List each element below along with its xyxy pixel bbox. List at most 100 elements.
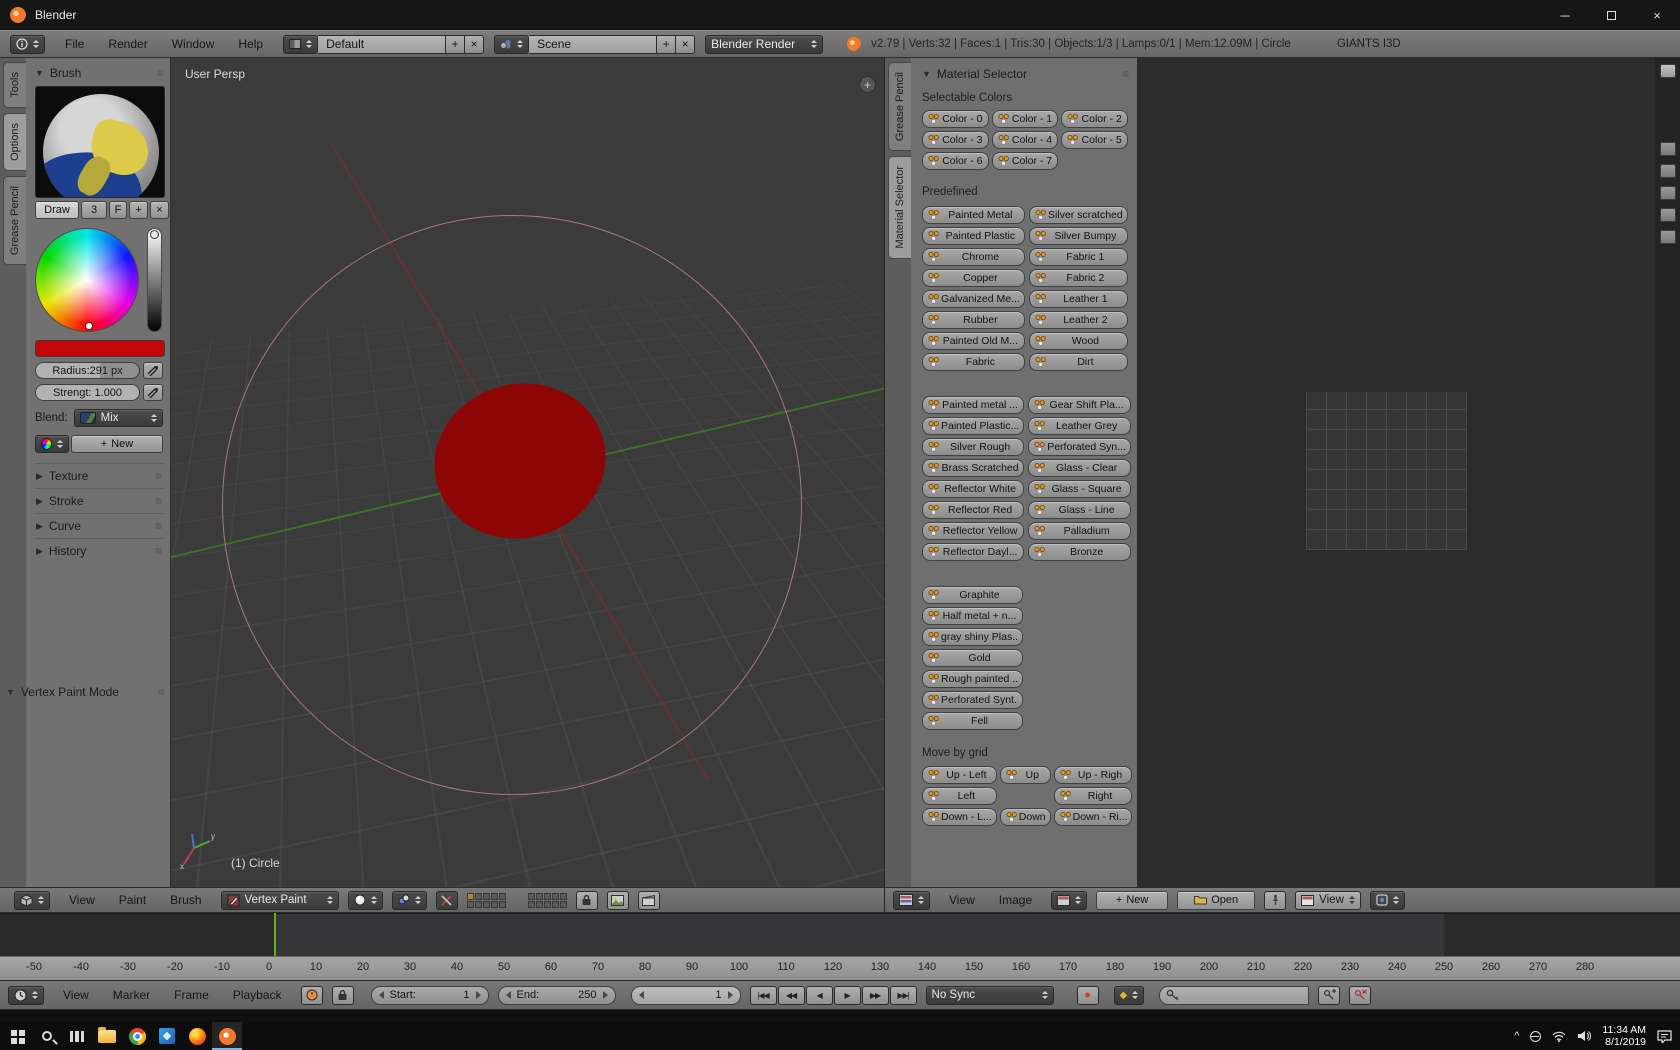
properties-tab-icon[interactable] bbox=[1660, 230, 1676, 244]
brush-add-button[interactable]: + bbox=[129, 201, 148, 219]
current-frame-field[interactable]: 1 bbox=[631, 986, 741, 1005]
radius-slider[interactable]: Radius:291 px bbox=[35, 362, 140, 379]
image-menu-view[interactable]: View bbox=[939, 890, 985, 910]
timeline-menu-view[interactable]: View bbox=[53, 985, 99, 1005]
move-button-up[interactable]: Up bbox=[1000, 766, 1051, 784]
taskbar-start-button[interactable] bbox=[2, 1022, 32, 1050]
move-button-down-l[interactable]: Down - L... bbox=[922, 808, 997, 826]
panel-curve-header[interactable]: ▶Curve≡ bbox=[35, 513, 163, 538]
wifi-icon[interactable] bbox=[1552, 1031, 1566, 1042]
properties-tab-icon[interactable] bbox=[1660, 208, 1676, 222]
record-button[interactable]: ● bbox=[1077, 986, 1099, 1005]
move-button-down-ri[interactable]: Down - Ri... bbox=[1054, 808, 1133, 826]
increment-icon[interactable] bbox=[476, 991, 481, 999]
image-editor-canvas[interactable] bbox=[1137, 58, 1655, 887]
material-button-gray-shiny-plas[interactable]: gray shiny Plas... bbox=[922, 628, 1023, 646]
color-button-color-7[interactable]: Color - 7 bbox=[992, 152, 1059, 170]
material-button-copper[interactable]: Copper bbox=[922, 269, 1025, 287]
properties-tab-icon[interactable] bbox=[1660, 142, 1676, 156]
network-icon[interactable] bbox=[1530, 1031, 1541, 1042]
screen-layout-field[interactable]: Default bbox=[318, 35, 446, 54]
screen-layout-add-button[interactable]: + bbox=[446, 35, 465, 54]
properties-tab-icon[interactable] bbox=[1660, 164, 1676, 178]
material-button-reflector-dayl[interactable]: Reflector Dayl... bbox=[922, 543, 1024, 561]
image-shelf-tab-grease-pencil[interactable]: Grease Pencil bbox=[888, 62, 911, 151]
jump-end-button[interactable]: ▶▶| bbox=[890, 986, 917, 1005]
end-frame-field[interactable]: End: 250 bbox=[498, 986, 616, 1005]
color-button-color-0[interactable]: Color - 0 bbox=[922, 110, 989, 128]
timeline-ruler[interactable]: -50-40-30-20-100102030405060708090100110… bbox=[0, 956, 1680, 980]
editor-type-3dview-dropdown[interactable] bbox=[14, 891, 50, 910]
material-button-wood[interactable]: Wood bbox=[1029, 332, 1128, 350]
delete-keyframe-button[interactable] bbox=[1349, 986, 1371, 1005]
taskbar-chrome-button[interactable] bbox=[122, 1022, 152, 1050]
sync-mode-dropdown[interactable]: No Sync bbox=[926, 986, 1054, 1005]
active-color-swatch[interactable] bbox=[35, 340, 165, 357]
display-channels-dropdown[interactable] bbox=[1370, 891, 1405, 910]
start-frame-field[interactable]: Start: 1 bbox=[371, 986, 489, 1005]
texture-browse-dropdown[interactable] bbox=[35, 435, 69, 453]
taskbar-firefox-button[interactable] bbox=[182, 1022, 212, 1050]
interaction-mode-dropdown[interactable]: Vertex Paint bbox=[221, 891, 339, 910]
auto-keying-dropdown[interactable]: ◆ bbox=[1114, 986, 1145, 1005]
increment-icon[interactable] bbox=[728, 991, 733, 999]
material-button-reflector-red[interactable]: Reflector Red bbox=[922, 501, 1024, 519]
image-shelf-tab-material-selector[interactable]: Material Selector bbox=[888, 156, 911, 259]
timeline-menu-playback[interactable]: Playback bbox=[223, 985, 292, 1005]
material-button-painted-plastic[interactable]: Painted Plastic bbox=[922, 227, 1025, 245]
region-corner-icon[interactable] bbox=[1660, 64, 1676, 78]
color-button-color-1[interactable]: Color - 1 bbox=[992, 110, 1059, 128]
brush-unlink-button[interactable]: × bbox=[150, 201, 169, 219]
timeline-menu-frame[interactable]: Frame bbox=[164, 985, 219, 1005]
editor-type-image-dropdown[interactable] bbox=[893, 891, 930, 910]
material-button-silver-rough[interactable]: Silver Rough bbox=[922, 438, 1024, 456]
material-button-rough-painted[interactable]: Rough painted ... bbox=[922, 670, 1023, 688]
scene-add-button[interactable]: + bbox=[657, 35, 676, 54]
strength-slider[interactable]: Strengt: 1.000 bbox=[35, 384, 140, 401]
lock-camera-button[interactable] bbox=[576, 891, 598, 910]
prev-keyframe-button[interactable]: ◀◀ bbox=[778, 986, 805, 1005]
shelf-tab-grease-pencil[interactable]: Grease Pencil bbox=[3, 176, 26, 265]
material-button-fabric-1[interactable]: Fabric 1 bbox=[1029, 248, 1128, 266]
increment-icon[interactable] bbox=[603, 991, 608, 999]
taskbar-photos-button[interactable] bbox=[152, 1022, 182, 1050]
timeline-band[interactable] bbox=[0, 913, 1680, 956]
render-opengl-button[interactable] bbox=[607, 891, 629, 910]
pin-button[interactable] bbox=[1264, 891, 1286, 910]
image-browse-dropdown[interactable] bbox=[1051, 891, 1087, 910]
material-button-leather-1[interactable]: Leather 1 bbox=[1029, 290, 1128, 308]
color-button-color-4[interactable]: Color - 4 bbox=[992, 131, 1059, 149]
editor-type-info-dropdown[interactable] bbox=[10, 35, 45, 54]
move-button-up-left[interactable]: Up - Left bbox=[922, 766, 997, 784]
menu-file[interactable]: File bbox=[55, 34, 94, 54]
material-button-silver-scratched[interactable]: Silver scratched bbox=[1029, 206, 1128, 224]
material-button-rubber[interactable]: Rubber bbox=[922, 311, 1025, 329]
material-button-painted-metal[interactable]: Painted Metal bbox=[922, 206, 1025, 224]
move-button-right[interactable]: Right bbox=[1054, 787, 1133, 805]
render-opengl-anim-button[interactable] bbox=[638, 891, 660, 910]
menu-render[interactable]: Render bbox=[98, 34, 157, 54]
strength-pressure-button[interactable] bbox=[143, 384, 163, 401]
shelf-tab-options[interactable]: Options bbox=[3, 113, 26, 171]
next-keyframe-button[interactable]: ▶▶ bbox=[862, 986, 889, 1005]
hidden-icons-caret[interactable]: ^ bbox=[1514, 1030, 1519, 1042]
material-button-graphite[interactable]: Graphite bbox=[922, 586, 1023, 604]
editor-type-timeline-dropdown[interactable] bbox=[8, 986, 44, 1005]
radius-pressure-button[interactable] bbox=[143, 362, 163, 379]
material-button-fell[interactable]: Fell bbox=[922, 712, 1023, 730]
viewport-shading-dropdown[interactable] bbox=[348, 891, 383, 910]
shelf-tab-tools[interactable]: Tools bbox=[3, 62, 26, 108]
layers-widget-2[interactable] bbox=[528, 893, 567, 908]
move-button-down[interactable]: Down bbox=[1000, 808, 1051, 826]
color-button-color-5[interactable]: Color - 5 bbox=[1061, 131, 1128, 149]
viewport-menu-view[interactable]: View bbox=[59, 890, 105, 910]
image-view-dropdown[interactable]: View bbox=[1295, 891, 1361, 910]
viewport-menu-paint[interactable]: Paint bbox=[109, 890, 156, 910]
brush-fake-user-button[interactable]: F bbox=[109, 201, 127, 219]
taskbar-file-explorer-button[interactable] bbox=[92, 1022, 122, 1050]
image-new-button[interactable]: + New bbox=[1096, 891, 1168, 910]
taskbar-blender-button[interactable] bbox=[212, 1022, 242, 1050]
color-button-color-2[interactable]: Color - 2 bbox=[1061, 110, 1128, 128]
viewport-menu-brush[interactable]: Brush bbox=[160, 890, 211, 910]
decrement-icon[interactable] bbox=[379, 991, 384, 999]
